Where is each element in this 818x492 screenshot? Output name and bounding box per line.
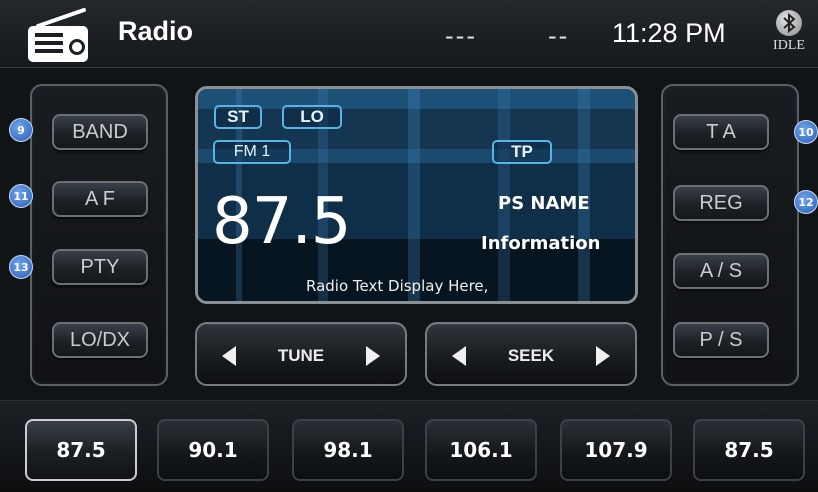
radio-icon: [28, 8, 88, 62]
af-button[interactable]: A F: [52, 181, 148, 217]
bluetooth-status-label: IDLE: [773, 38, 805, 53]
ps-button[interactable]: P / S: [673, 322, 769, 358]
callout-badge-12: 12: [794, 190, 818, 214]
radio-display: ST LO FM 1 TP 87.5 PS NAME Information R…: [195, 86, 638, 304]
status-indicator-left: ---: [445, 22, 477, 50]
preset-bar: 87.5 90.1 98.1 106.1 107.9 87.5: [0, 400, 818, 492]
pty-button[interactable]: PTY: [52, 249, 148, 285]
left-button-panel: BAND A F PTY LO/DX: [30, 84, 168, 386]
status-indicator-right: --: [548, 22, 570, 50]
header-bar: Radio --- -- 11:28 PM IDLE: [0, 0, 818, 68]
preset-button-4[interactable]: 106.1: [425, 419, 537, 481]
ta-button[interactable]: T A: [673, 114, 769, 150]
bluetooth-status[interactable]: IDLE: [765, 10, 813, 64]
seek-control: SEEK: [425, 322, 637, 386]
callout-badge-13: 13: [9, 255, 33, 279]
reg-button[interactable]: REG: [673, 185, 769, 221]
preset-button-1[interactable]: 87.5: [25, 419, 137, 481]
clock: 11:28 PM: [612, 18, 726, 48]
tune-control: TUNE: [195, 322, 407, 386]
right-button-panel: T A REG A / S P / S: [661, 84, 799, 386]
band-button[interactable]: BAND: [52, 114, 148, 150]
preset-button-6[interactable]: 87.5: [693, 419, 805, 481]
callout-badge-10: 10: [794, 120, 818, 144]
frequency-readout: 87.5: [212, 185, 351, 259]
stereo-indicator: ST: [214, 105, 262, 129]
preset-button-3[interactable]: 98.1: [292, 419, 404, 481]
tune-up-arrow-icon[interactable]: [363, 344, 383, 368]
local-indicator: LO: [282, 105, 342, 129]
radio-text: Radio Text Display Here,: [306, 277, 489, 295]
traffic-program-indicator: TP: [492, 140, 552, 164]
lo-dx-button[interactable]: LO/DX: [52, 322, 148, 358]
callout-badge-11: 11: [9, 184, 33, 208]
station-information: Information: [481, 233, 601, 254]
band-indicator: FM 1: [213, 140, 291, 164]
preset-button-2[interactable]: 90.1: [157, 419, 269, 481]
page-title: Radio: [118, 16, 194, 46]
as-button[interactable]: A / S: [673, 253, 769, 289]
callout-badge-9: 9: [9, 118, 33, 142]
bluetooth-icon: [776, 10, 802, 36]
seek-up-arrow-icon[interactable]: [593, 344, 613, 368]
preset-button-5[interactable]: 107.9: [560, 419, 672, 481]
ps-name: PS NAME: [498, 193, 590, 214]
